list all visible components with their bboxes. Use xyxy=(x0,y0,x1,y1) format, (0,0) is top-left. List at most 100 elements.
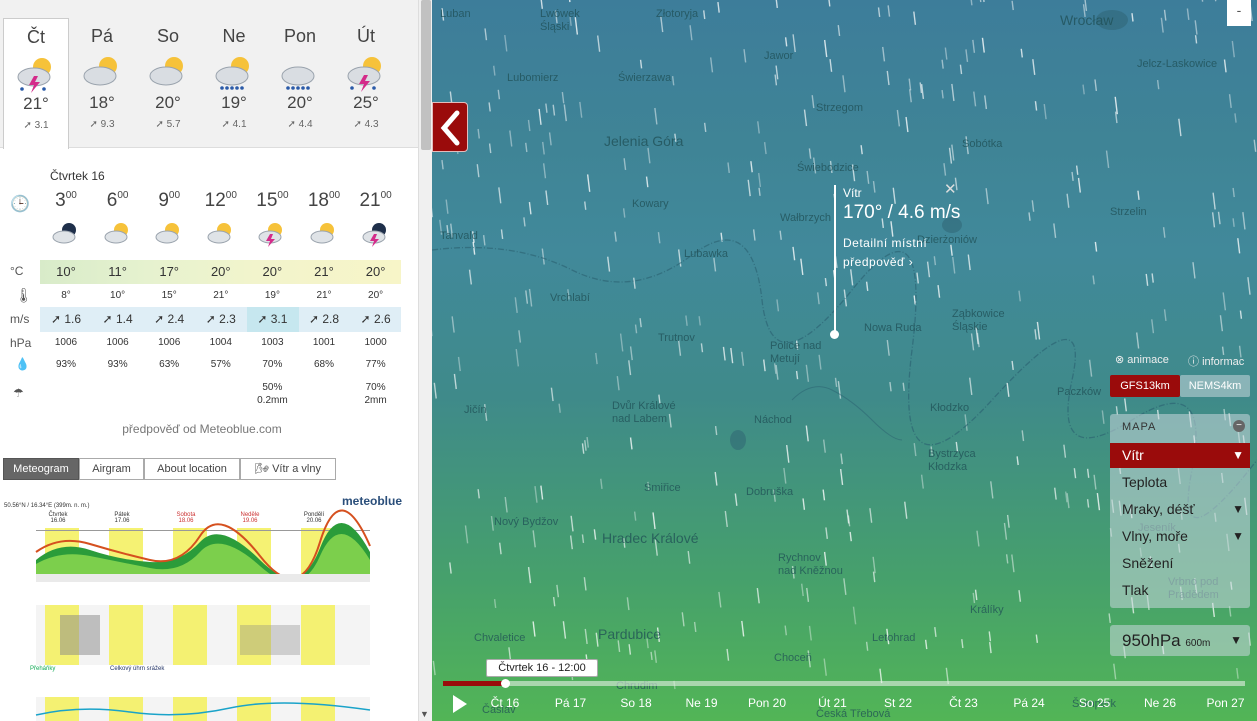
hour-label: 300 xyxy=(40,190,92,212)
zoom-out-button[interactable]: - xyxy=(1227,0,1251,26)
town-label-line: Police nad xyxy=(770,340,822,352)
wind-arrow-icon: ➚ xyxy=(154,312,168,326)
hour-humidity: 68% xyxy=(313,359,334,370)
hour-temp: 10° xyxy=(56,264,76,279)
hour-feels: 21° xyxy=(316,290,332,301)
timeline-day[interactable]: So 25 xyxy=(1070,696,1120,710)
hour-label: 1500 xyxy=(246,190,298,212)
meteogram: meteoblue 50.56°N / 16.34°E (399m. n. m.… xyxy=(0,490,418,721)
forecast-panel: Čt 21° ➚ 3.1 Pá 18° ➚ 9.3 So 20° ➚ 5.7 N… xyxy=(0,0,418,721)
timeline-day[interactable]: Čt 23 xyxy=(939,696,989,710)
hour-wind: ➚ 1.6 xyxy=(40,312,92,326)
town-label-line: Paczków xyxy=(1057,386,1102,398)
clock-icon: 🕒 xyxy=(10,196,30,213)
timeline-day[interactable]: Čt 16 xyxy=(480,696,530,710)
town-label: Kłodzko xyxy=(930,402,969,415)
day-tab-thu[interactable]: Čt 21° ➚ 3.1 xyxy=(3,18,69,149)
hour-wind: ➚ 2.8 xyxy=(298,312,350,326)
town-label: Dobruška xyxy=(746,486,793,499)
legend-total-precip: Celkový úhrn srážek xyxy=(110,666,165,672)
detail-forecast-link[interactable]: Detailní místní předpověď › xyxy=(843,234,960,272)
info-icon: ⓘ xyxy=(1188,356,1199,368)
hour-humidity: 93% xyxy=(55,359,76,370)
model-nems4km[interactable]: NEMS4km xyxy=(1180,375,1250,397)
day-tab-mon[interactable]: Pon 20° ➚ 4.4 xyxy=(267,18,333,148)
level-sub: 600m xyxy=(1185,638,1211,649)
hour-label: 900 xyxy=(143,190,195,212)
day-wind-value: 3.1 xyxy=(34,120,49,131)
timeline-day[interactable]: St 22 xyxy=(873,696,923,710)
tab-about-location[interactable]: About location xyxy=(144,458,240,480)
timeline-knob[interactable] xyxy=(501,679,510,688)
hour-feels: 19° xyxy=(264,290,280,301)
timeline-progress xyxy=(443,681,505,686)
day-tab-sat[interactable]: So 20° ➚ 5.7 xyxy=(135,18,201,148)
town-label: Bystrzyca Kłodzka xyxy=(928,448,976,474)
pressure-level-select[interactable]: 950hPa 600m ▼ xyxy=(1110,625,1250,656)
tab-meteogram[interactable]: Meteogram xyxy=(3,458,79,480)
hour-value: 9 xyxy=(158,190,169,211)
town-label-line: Lubomierz xyxy=(507,72,559,84)
town-label: Tanvald xyxy=(440,230,478,243)
close-circle-icon: ⊗ xyxy=(1115,354,1125,366)
info-link[interactable]: ⓘ informac xyxy=(1188,353,1244,369)
left-scrollbar[interactable]: ▼ xyxy=(418,0,432,721)
location-marker[interactable] xyxy=(830,330,839,339)
town-label: Police nad Metují xyxy=(770,340,821,366)
panel-title: MAPA xyxy=(1122,421,1157,433)
layer-clouds-rain[interactable]: Mraky, déšť ▼ xyxy=(1110,497,1250,522)
pressure-label: hPa xyxy=(10,336,32,350)
timeline-day[interactable]: So 18 xyxy=(611,696,661,710)
wind-map[interactable]: Luban Lwówek Śląski Złotoryja Jawor Wrocław Lu… xyxy=(432,0,1257,721)
minus-icon[interactable]: − xyxy=(1233,420,1245,432)
town-label: Świebodzice xyxy=(797,162,859,175)
hour-label: 2100 xyxy=(350,190,402,212)
scroll-down-icon[interactable]: ▼ xyxy=(420,709,429,719)
town-label: Jelcz-Laskowice xyxy=(1137,58,1217,71)
chevron-down-icon: ▼ xyxy=(1232,502,1244,516)
tab-airgram[interactable]: Airgram xyxy=(79,458,144,480)
timeline-day[interactable]: Pon 27 xyxy=(1201,696,1251,710)
town-label-line: Kłodzka xyxy=(928,461,968,473)
scrollbar-thumb[interactable] xyxy=(421,0,431,150)
tab-wind-waves[interactable]: 🌬 Vítr a vlny xyxy=(240,458,336,480)
timeline-track[interactable] xyxy=(443,679,1245,688)
legend-showers: Přeháňky xyxy=(30,666,56,672)
day-tab-fri[interactable]: Pá 18° ➚ 9.3 xyxy=(69,18,135,148)
timeline-day[interactable]: Pá 17 xyxy=(546,696,596,710)
day-tab-sun[interactable]: Ne 19° ➚ 4.1 xyxy=(201,18,267,148)
hour-pressure: 1003 xyxy=(261,337,284,348)
day-name: Pá xyxy=(90,26,114,46)
town-label-line: Dobruška xyxy=(746,486,794,498)
timeline-day[interactable]: Ne 19 xyxy=(677,696,727,710)
layer-temperature[interactable]: Teplota xyxy=(1110,470,1250,495)
town-label-line: Trutnov xyxy=(658,332,695,344)
credit-link[interactable]: předpověď od Meteoblue.com xyxy=(0,422,404,436)
timeline-day[interactable]: Ne 26 xyxy=(1135,696,1185,710)
animation-link[interactable]: ⊗ animace xyxy=(1115,353,1169,366)
day-tab-tue[interactable]: Út 25° ➚ 4.3 xyxy=(333,18,399,148)
day-wind-value: 4.1 xyxy=(232,119,247,130)
back-button[interactable] xyxy=(432,102,468,152)
timeline-day[interactable]: Pá 24 xyxy=(1004,696,1054,710)
hour-feels: 20° xyxy=(368,290,384,301)
town-label-line: Chvaletice xyxy=(474,632,526,644)
layer-snow[interactable]: Sněžení xyxy=(1110,551,1250,576)
timeline-day[interactable]: Út 21 xyxy=(808,696,858,710)
sun-cloud-icon xyxy=(92,218,144,251)
close-icon[interactable]: ✕ xyxy=(944,180,957,198)
layer-waves[interactable]: Vlny, moře ▼ xyxy=(1110,524,1250,549)
town-label-line: Lubawka xyxy=(684,248,729,260)
town-label: Wałbrzych xyxy=(780,212,831,225)
timeline-day[interactable]: Pon 20 xyxy=(742,696,792,710)
wind-arrow-icon: ➚ xyxy=(221,119,230,130)
chevron-down-icon: ▼ xyxy=(1232,529,1244,543)
hour-value: 21 xyxy=(359,190,381,211)
layer-pressure[interactable]: Tlak xyxy=(1110,578,1250,603)
town-label: Lubomierz xyxy=(507,72,558,85)
town-label: Vrchlabí xyxy=(550,292,590,305)
layer-wind[interactable]: Vítr ▼ xyxy=(1110,443,1250,468)
model-gfs13km[interactable]: GFS13km xyxy=(1110,375,1180,397)
play-icon[interactable] xyxy=(453,695,467,713)
day-name: Čt xyxy=(27,27,45,47)
